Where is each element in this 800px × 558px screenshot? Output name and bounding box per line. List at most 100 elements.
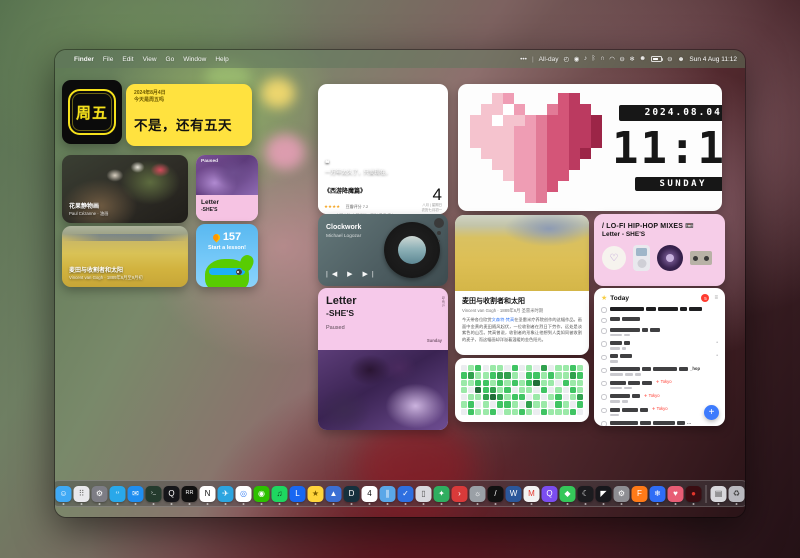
todo-menu-icon[interactable]: ≡ bbox=[714, 295, 718, 301]
dock-things[interactable]: ✓ bbox=[398, 486, 414, 502]
todo-item[interactable]: _hop bbox=[601, 367, 718, 376]
status-icon[interactable]: ☻ bbox=[639, 55, 646, 63]
dock-launchpad[interactable]: ⠿ bbox=[74, 486, 90, 502]
friday-countdown-widget[interactable]: 2024年8月4日 今天是周五吗 不是，还有五天 bbox=[126, 84, 252, 146]
task-checkbox[interactable] bbox=[601, 394, 607, 400]
dock-trash[interactable]: ♻ bbox=[729, 486, 745, 502]
clockwork-music-widget[interactable]: Clockwork Michael Logozar |◀ ▶ ▶| bbox=[318, 214, 448, 286]
dock-mail[interactable]: ✉ bbox=[128, 486, 144, 502]
doodle-album-thumb[interactable]: ♡ bbox=[602, 246, 626, 270]
artwork-info-widget[interactable]: 麦田与收割者和太阳 Vincent van Gogh · 1889年6月 圣雷米… bbox=[455, 215, 589, 355]
task-checkbox[interactable] bbox=[601, 318, 607, 324]
dock-vscode[interactable]: ‹› bbox=[110, 486, 126, 502]
dock-iphone-mirroring[interactable]: ▯ bbox=[416, 486, 432, 502]
dock-pink-app[interactable]: ♥ bbox=[668, 486, 684, 502]
dock-pixel-art-app[interactable]: ▲ bbox=[326, 486, 342, 502]
dock-moon-app[interactable]: ☾ bbox=[578, 486, 594, 502]
movie-of-day-widget[interactable]: ❝ 一万年太久了，只爱现在。 《西游降魔篇》 ★★★★ 豆瓣评分 7.2 201… bbox=[318, 84, 448, 214]
status-icon[interactable]: ◴ bbox=[564, 55, 570, 63]
dock-spotify[interactable]: ♫ bbox=[272, 486, 288, 502]
duolingo-streak-widget[interactable]: 157 Start a lesson! bbox=[196, 224, 258, 287]
dock-folo[interactable]: F bbox=[632, 486, 648, 502]
dock-finder[interactable]: ☺ bbox=[56, 486, 72, 502]
dock-yellow-app[interactable]: ★ bbox=[308, 486, 324, 502]
todo-today-widget[interactable]: ★ Today 5 ≡ ••_hop✈ Tokyo✈ Tokyo✈ Tokyo…… bbox=[594, 288, 725, 426]
todo-item[interactable] bbox=[601, 317, 718, 323]
dock-snowflake-app[interactable]: ❄ bbox=[650, 486, 666, 502]
status-icon[interactable]: ◠ bbox=[609, 55, 615, 63]
dock-downloads[interactable]: ▤ bbox=[711, 486, 727, 502]
dock-gear-app[interactable]: ⚙ bbox=[614, 486, 630, 502]
dock-calendar-4[interactable]: 4 bbox=[362, 486, 378, 502]
dock-dino-app[interactable]: D bbox=[344, 486, 360, 502]
dock-notion[interactable]: N bbox=[200, 486, 216, 502]
more-status-icon[interactable]: ••• bbox=[520, 56, 527, 63]
todo-item[interactable] bbox=[601, 307, 718, 313]
dock-shield-app[interactable]: ◆ bbox=[560, 486, 576, 502]
cassette-icon[interactable] bbox=[690, 251, 712, 265]
add-task-button[interactable]: + bbox=[704, 405, 719, 420]
todo-item[interactable]: • bbox=[601, 341, 718, 350]
vinyl-album-thumb[interactable] bbox=[657, 245, 683, 271]
todo-item[interactable]: … bbox=[601, 421, 718, 426]
todo-item[interactable]: ✈ Tokyo bbox=[601, 407, 718, 416]
dock-bulb-app[interactable]: ☼ bbox=[470, 486, 486, 502]
status-icon[interactable]: ◉ bbox=[574, 55, 580, 63]
dock-parallels[interactable]: ∥ bbox=[380, 486, 396, 502]
user-icon[interactable]: ☻ bbox=[678, 56, 685, 63]
task-checkbox[interactable] bbox=[601, 421, 607, 426]
status-icon[interactable]: ⊖ bbox=[619, 55, 624, 63]
previous-track-button[interactable]: |◀ bbox=[326, 271, 341, 278]
task-checkbox[interactable] bbox=[601, 307, 607, 313]
play-button[interactable]: ▶ bbox=[347, 271, 356, 278]
cezanne-art-widget[interactable]: 花果静物画 Paul Cézanne · 油画 bbox=[62, 155, 188, 223]
todo-item[interactable] bbox=[601, 328, 718, 337]
dock-green-app[interactable]: ✦ bbox=[434, 486, 450, 502]
status-icon[interactable]: ❄ bbox=[629, 55, 634, 63]
status-icon[interactable]: ᛒ bbox=[592, 55, 596, 63]
dock-terminal[interactable]: ›_ bbox=[146, 486, 162, 502]
dock-system-settings[interactable]: ⚙ bbox=[92, 486, 108, 502]
next-track-button[interactable]: ▶| bbox=[363, 271, 378, 278]
lofi-playlist-widget[interactable]: / LO-FI HIP-HOP MIXES 📼 Letter - SHE'S ♡ bbox=[594, 214, 725, 286]
task-checkbox[interactable] bbox=[601, 355, 607, 361]
dock-telegram[interactable]: ✈ bbox=[218, 486, 234, 502]
allday-calendar-item[interactable]: All-day bbox=[539, 56, 559, 63]
todo-item[interactable]: ✈ Tokyo bbox=[601, 380, 718, 389]
wheatfield-art-widget[interactable]: 麦田与收割者和太阳 Vincent van Gogh · 1889年6月至9月初 bbox=[62, 226, 188, 287]
menu-help[interactable]: Help bbox=[215, 56, 228, 63]
menu-window[interactable]: Window bbox=[183, 56, 206, 63]
dock-zen-browser[interactable]: › bbox=[452, 486, 468, 502]
contribution-grid-widget[interactable] bbox=[455, 358, 589, 422]
task-checkbox[interactable] bbox=[601, 408, 607, 414]
music-letter-large-widget[interactable]: Letter -SHE'S Paused SHE'S Sunday bbox=[318, 288, 448, 430]
friday-app-icon[interactable]: 周五 bbox=[62, 80, 122, 144]
dock-rr-app[interactable]: RR bbox=[182, 486, 198, 502]
ipod-thumb[interactable] bbox=[633, 245, 650, 271]
task-checkbox[interactable] bbox=[601, 368, 607, 374]
menu-file[interactable]: File bbox=[103, 56, 113, 63]
task-checkbox[interactable] bbox=[601, 341, 607, 347]
dock-wechat[interactable]: ◉ bbox=[254, 486, 270, 502]
menu-go[interactable]: Go bbox=[166, 56, 175, 63]
dock-word[interactable]: W bbox=[506, 486, 522, 502]
menu-view[interactable]: View bbox=[143, 56, 157, 63]
dock-record-app[interactable]: ● bbox=[686, 486, 702, 502]
dock-cursor[interactable]: ◤ bbox=[596, 486, 612, 502]
artist-link[interactable]: 文森特·梵高 bbox=[492, 317, 515, 322]
task-checkbox[interactable] bbox=[601, 328, 607, 334]
status-icon[interactable]: ♪ bbox=[584, 55, 587, 63]
pixel-clock-widget[interactable]: 2024.08.04 11:12 SUNDAY bbox=[458, 84, 722, 211]
dock-qq[interactable]: Q bbox=[164, 486, 180, 502]
task-checkbox[interactable] bbox=[601, 381, 607, 387]
status-icon[interactable]: ∩ bbox=[600, 55, 605, 63]
todo-item[interactable]: • bbox=[601, 354, 718, 363]
menu-bar-clock[interactable]: Sun 4 Aug 11:12 bbox=[689, 56, 737, 63]
todo-item[interactable]: ✈ Tokyo bbox=[601, 394, 718, 403]
dock-slash-app[interactable]: / bbox=[488, 486, 504, 502]
dock-chrome[interactable]: ◎ bbox=[236, 486, 252, 502]
battery-icon[interactable] bbox=[651, 56, 662, 62]
music-letter-small-widget[interactable]: Paused Letter -SHE'S bbox=[196, 155, 258, 221]
dock-purple-q-app[interactable]: Q bbox=[542, 486, 558, 502]
focus-icon[interactable]: ⊖ bbox=[667, 55, 672, 63]
